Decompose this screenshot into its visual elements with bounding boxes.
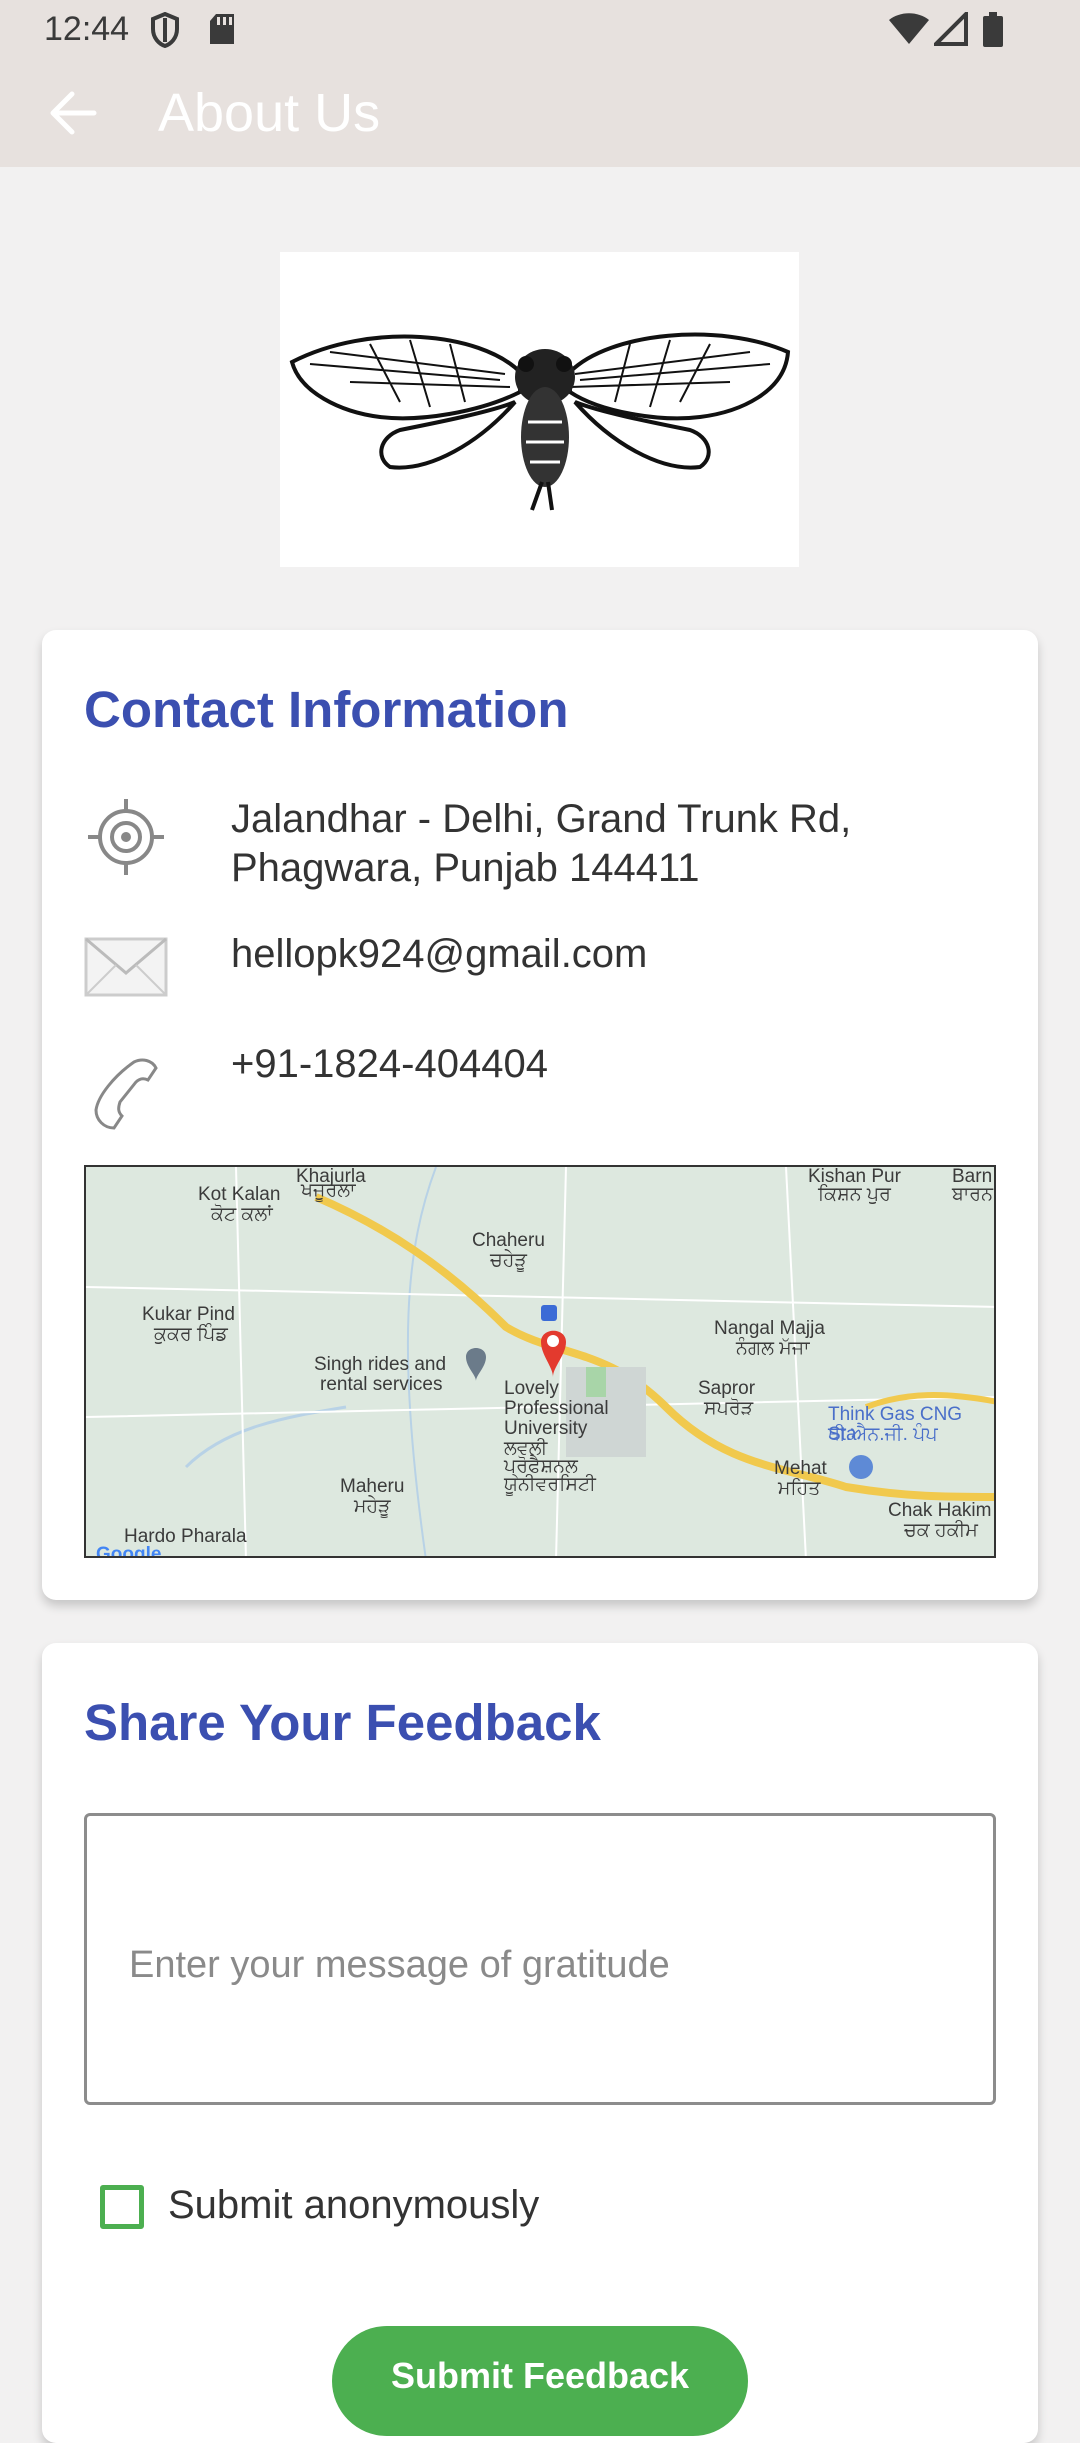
map-label: ਯੂਨੀਵਰਸਿਟੀ [504, 1474, 596, 1495]
app-bar: About Us [0, 60, 1080, 167]
map-label: University [504, 1418, 588, 1439]
map-label: ਕੁਕਰ ਪਿੰਡ [154, 1324, 228, 1345]
anonymous-checkbox[interactable] [100, 2185, 144, 2229]
map-label: ਸਪਰੋੜ [704, 1398, 754, 1419]
map-label: Nangal Majja [714, 1318, 825, 1339]
feedback-message-input[interactable]: Enter your message of gratitude [84, 1813, 996, 2105]
map-label: ਮਹੇੜੂ [354, 1496, 391, 1517]
email-text[interactable]: hellopk924@gmail.com [231, 930, 647, 978]
submit-feedback-button[interactable]: Submit Feedback [332, 2326, 748, 2436]
map-label: ਬਾਰਨ [952, 1184, 993, 1205]
status-bar: 12:44 [0, 0, 1080, 60]
map-label: ਮਹਿਤ [778, 1478, 821, 1499]
address-row: Jalandhar - Delhi, Grand Trunk Rd, Phagw… [84, 795, 984, 895]
map-view[interactable]: Khajurla ਖਜੂਰਲਾ Kot Kalan ਕੋਟ ਕਲਾਂ Kisha… [84, 1165, 996, 1558]
feedback-title: Share Your Feedback [84, 1694, 601, 1751]
signal-icon [934, 12, 968, 46]
map-label: rental services [320, 1374, 443, 1395]
cicada-icon [289, 332, 791, 511]
google-logo: Google [96, 1544, 162, 1558]
mail-icon [84, 937, 168, 997]
location-target-icon [88, 799, 164, 875]
map-label: ਥੀ.ਐਨ.ਜੀ. ਪੰਪ [828, 1424, 938, 1445]
contact-card: Contact Information Jalandhar - Delhi, G… [42, 630, 1038, 1600]
phone-row[interactable]: +91-1824-404404 [84, 1040, 984, 1130]
map-label: ਚਹੇੜੂ [490, 1250, 527, 1271]
anonymous-label[interactable]: Submit anonymously [168, 2183, 539, 2228]
address-line-1: Jalandhar - Delhi, Grand Trunk Rd, [231, 797, 852, 841]
map-label: Kukar Pind [142, 1304, 235, 1325]
map-label: Professional [504, 1398, 609, 1419]
phone-icon [94, 1058, 158, 1130]
map-label: Mehat [774, 1458, 827, 1479]
map-label: ਖਜੂਰਲਾ [301, 1180, 356, 1201]
cicada-logo [280, 252, 799, 567]
feedback-card: Share Your Feedback Enter your message o… [42, 1643, 1038, 2443]
feedback-placeholder: Enter your message of gratitude [129, 1944, 670, 1986]
map-label: ਚਕ ਹਕੀਮ [904, 1520, 978, 1541]
map-roads [86, 1167, 994, 1556]
map-label: ਨੰਗਲ ਮੱਜਾ [736, 1338, 810, 1359]
map-label: ਕੋਟ ਕਲਾਂ [211, 1204, 273, 1225]
map-label: Kot Kalan [198, 1184, 281, 1205]
contact-title: Contact Information [84, 681, 569, 738]
back-button[interactable] [40, 78, 110, 148]
map-label: Chaheru [472, 1230, 545, 1251]
phone-text[interactable]: +91-1824-404404 [231, 1040, 548, 1088]
map-label: Maheru [340, 1476, 405, 1497]
status-time: 12:44 [44, 10, 130, 48]
map-label: ਕਿਸ਼ਨ ਪੁਰ [818, 1184, 891, 1205]
map-label: Sapror [698, 1378, 756, 1399]
wifi-icon [889, 13, 929, 44]
arrow-back-icon [50, 91, 97, 135]
shield-icon [151, 12, 179, 48]
address-line-2: Phagwara, Punjab 144411 [231, 846, 700, 890]
map-label: Lovely [504, 1378, 559, 1399]
email-row[interactable]: hellopk924@gmail.com [84, 930, 984, 1000]
battery-icon [983, 12, 1003, 47]
map-label: Singh rides and [314, 1354, 447, 1375]
map-label: Chak Hakim [888, 1500, 992, 1521]
page-title: About Us [158, 83, 381, 143]
sd-card-icon [210, 14, 234, 44]
